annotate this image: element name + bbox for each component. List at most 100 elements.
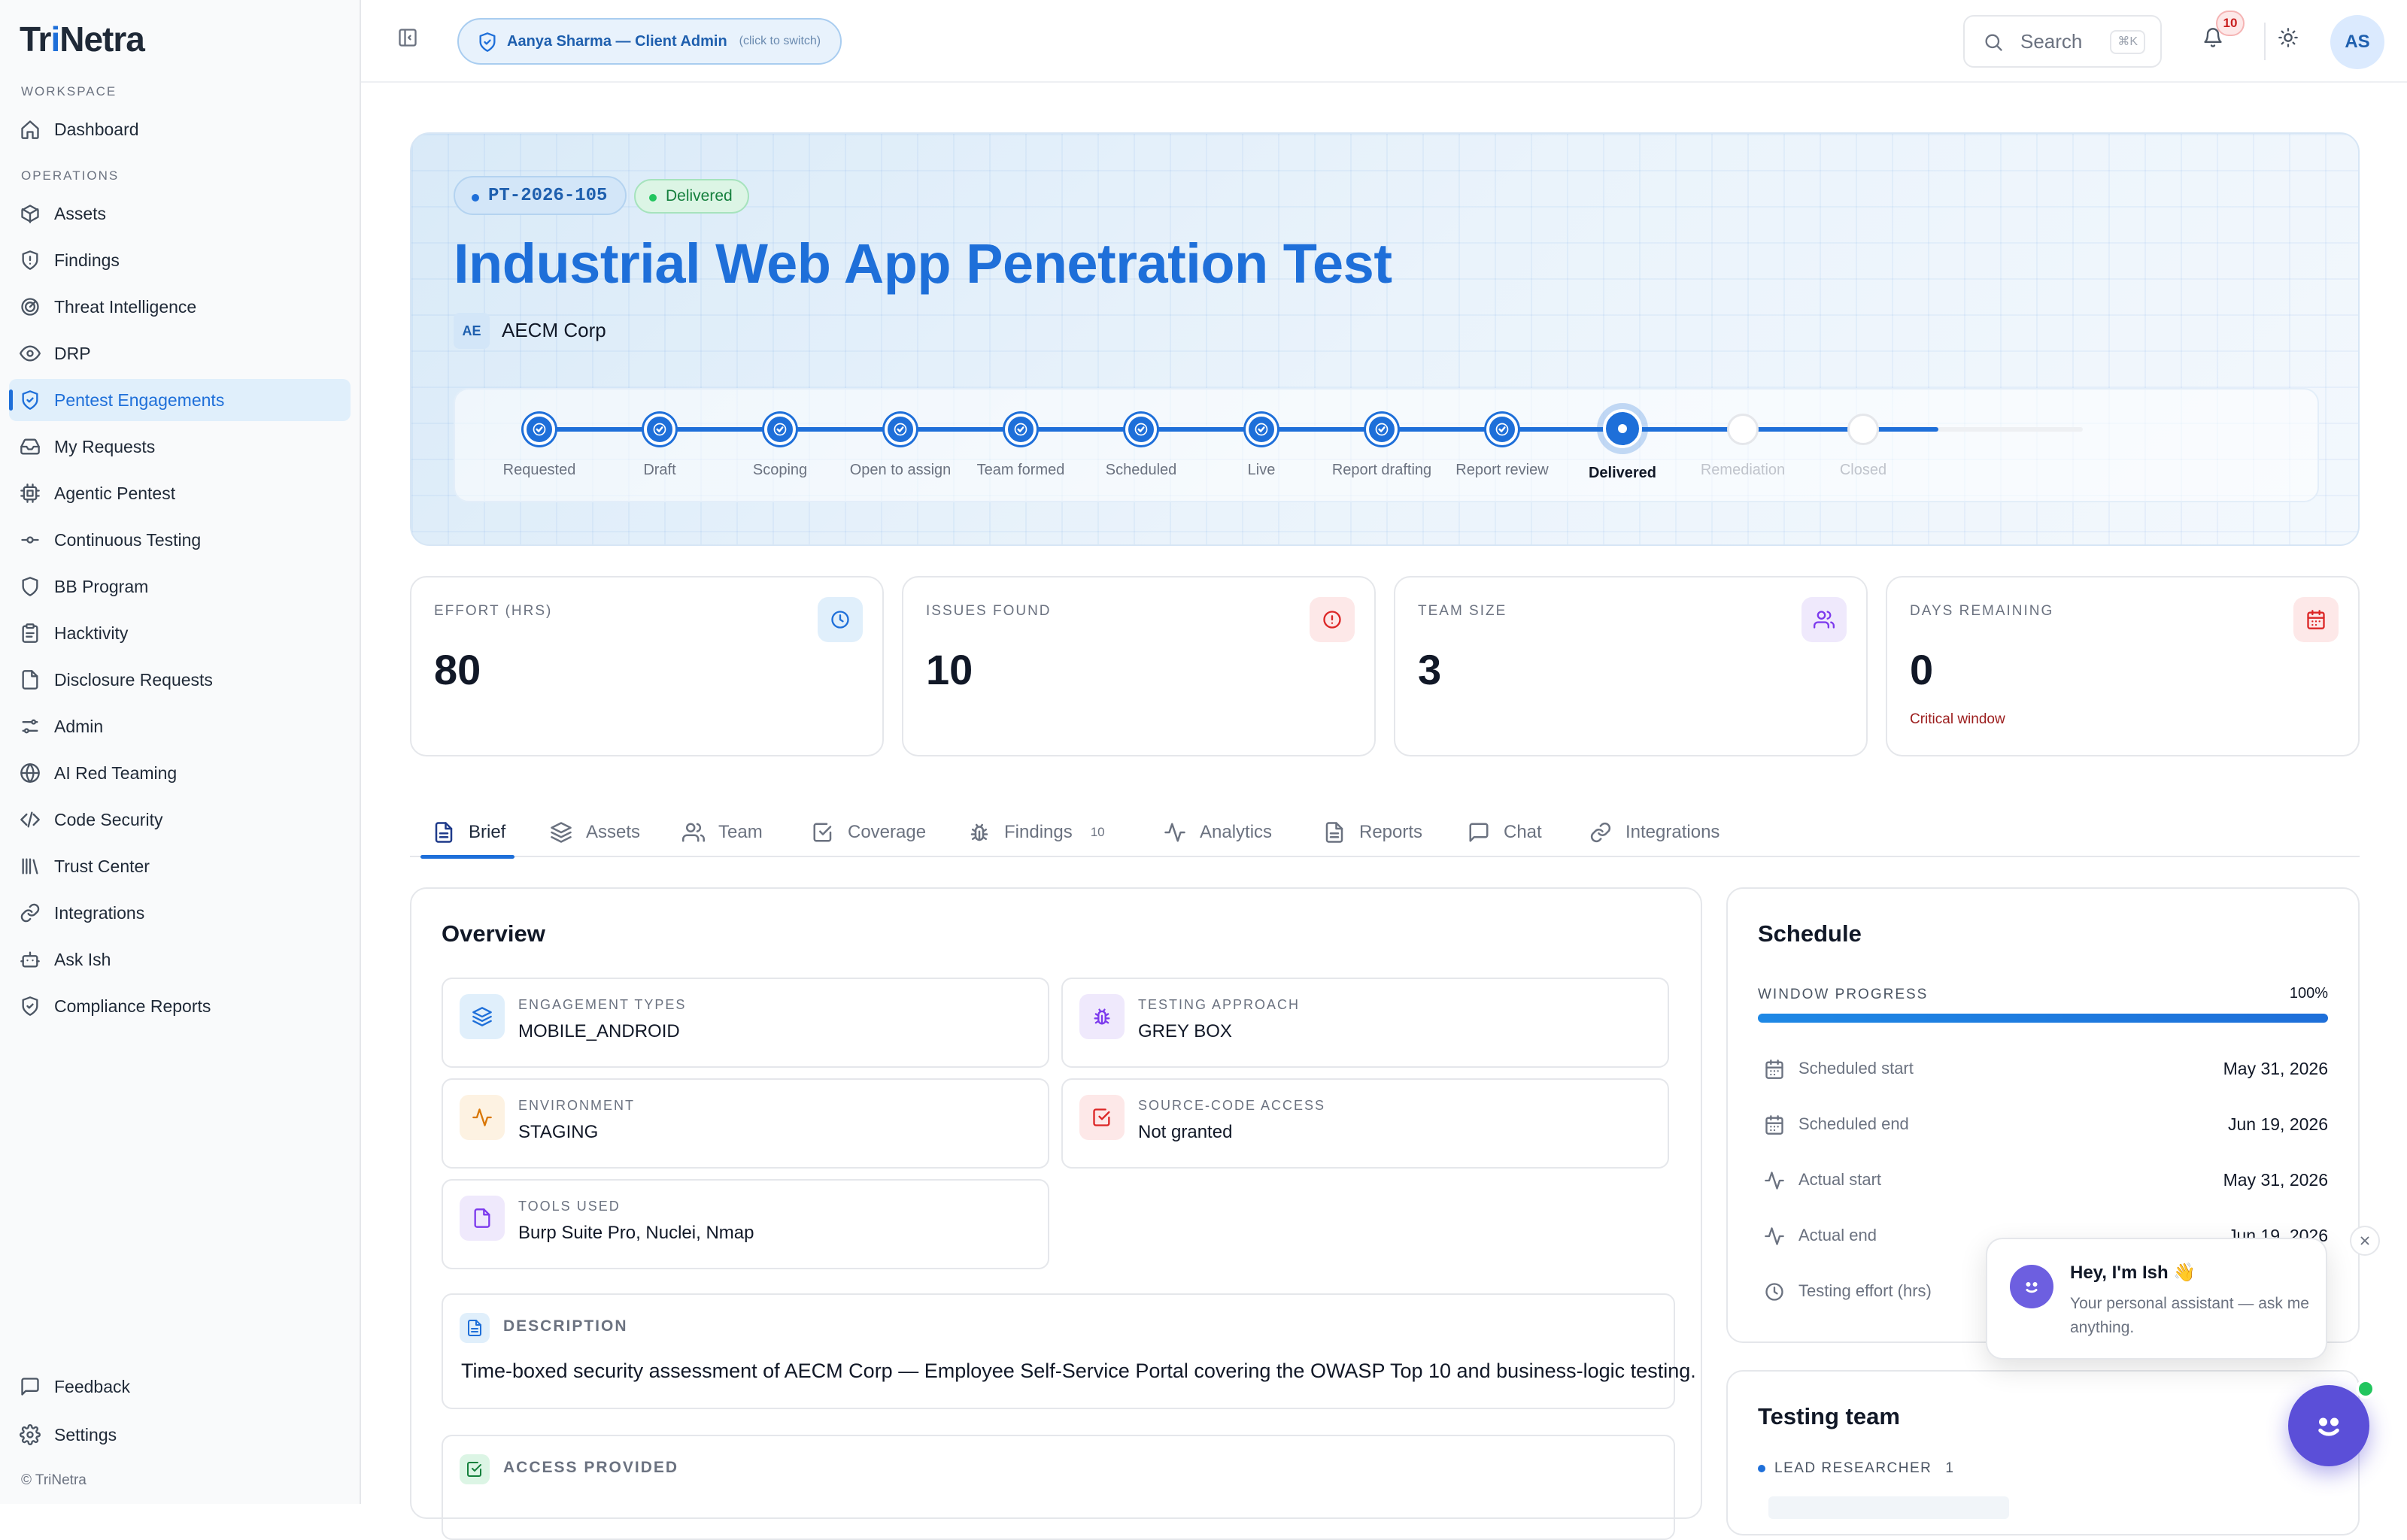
sidebar-item-label: Hacktivity: [54, 623, 129, 643]
sidebar-item-compliance-reports[interactable]: Compliance Reports: [9, 985, 351, 1027]
step-pending-dot: [1847, 414, 1879, 445]
stat-value: 0: [1910, 646, 1934, 693]
sidebar-item-label: Agentic Pentest: [54, 483, 176, 503]
sidebar-item-label: My Requests: [54, 436, 156, 456]
field-value: STAGING: [518, 1122, 599, 1142]
sidebar-item-label: Dashboard: [54, 119, 139, 139]
sidebar-item-ai-red-teaming[interactable]: AI Red Teaming: [9, 752, 351, 794]
client-avatar: AE: [454, 313, 490, 349]
step-check-icon: [644, 414, 675, 445]
bot-face-icon: [2318, 1417, 2339, 1436]
file-text-icon: [460, 1313, 490, 1343]
user-switch-pill[interactable]: Aanya Sharma — Client Admin (click to sw…: [457, 18, 842, 65]
sidebar-item-findings[interactable]: Findings: [9, 239, 351, 281]
shield-check-icon: [22, 996, 38, 1016]
tab-chat[interactable]: Chat: [1468, 808, 1542, 857]
sidebar-item-pentest-engagements[interactable]: Pentest Engagements: [9, 379, 351, 421]
sidebar-item-label: Continuous Testing: [54, 529, 202, 550]
sliders-icon: [22, 719, 38, 734]
tab-label: Coverage: [848, 822, 927, 842]
sidebar-toggle-icon[interactable]: [397, 27, 418, 48]
sidebar-item-bb-program[interactable]: BB Program: [9, 565, 351, 608]
sidebar-item-integrations[interactable]: Integrations: [9, 892, 351, 934]
notification-badge[interactable]: 10: [2216, 11, 2245, 36]
clock-icon: [1765, 1283, 1783, 1301]
bug-icon: [970, 823, 988, 841]
layers-icon: [551, 822, 572, 843]
sidebar-item-assets[interactable]: Assets: [9, 192, 351, 235]
tab-team[interactable]: Team: [682, 808, 763, 857]
sidebar-item-drp[interactable]: DRP: [9, 332, 351, 374]
clipboard-icon: [22, 623, 38, 643]
stat-card-effort-hrs: EFFORT (HRS) 80: [410, 576, 884, 756]
assistant-bubble[interactable]: Hey, I'm Ish 👋 Your personal assistant —…: [1986, 1238, 2327, 1360]
step-current-dot: [1603, 409, 1642, 448]
tab-integrations[interactable]: Integrations: [1589, 808, 1720, 857]
sun-icon[interactable]: [2278, 27, 2299, 48]
schedule-row-label: Actual end: [1798, 1226, 1877, 1244]
schedule-row-value: May 31, 2026: [2223, 1170, 2328, 1190]
link-icon: [1590, 822, 1611, 843]
field-source-code-access: SOURCE-CODE ACCESS Not granted: [1061, 1078, 1669, 1169]
search-input[interactable]: Search ⌘K: [1963, 15, 2162, 68]
step-label: Scheduled: [1105, 462, 1177, 478]
testing-team-title: Testing team: [1758, 1403, 1900, 1429]
assistant-launcher-button[interactable]: [2288, 1385, 2369, 1466]
tab-label: Team: [718, 822, 763, 842]
stepper-step: Live: [1201, 409, 1322, 479]
sidebar-item-dashboard[interactable]: Dashboard: [9, 108, 351, 150]
stepper-step: Report review: [1442, 409, 1562, 479]
field-environment: ENVIRONMENT STAGING: [442, 1078, 1049, 1169]
tab-reports[interactable]: Reports: [1323, 808, 1422, 857]
logo-text-suffix: Netra: [59, 20, 145, 59]
team-member-row[interactable]: [1768, 1496, 2009, 1519]
sidebar-item-feedback[interactable]: Feedback: [9, 1366, 351, 1408]
check-square-icon: [1093, 1108, 1110, 1126]
tab-analytics[interactable]: Analytics: [1164, 808, 1272, 857]
avatar[interactable]: AS: [2330, 15, 2384, 69]
sidebar-item-settings[interactable]: Settings: [9, 1414, 351, 1456]
schedule-row-label: Scheduled end: [1798, 1114, 1909, 1133]
sidebar-item-threat-intelligence[interactable]: Threat Intelligence: [9, 286, 351, 328]
sidebar-item-trust-center[interactable]: Trust Center: [9, 845, 351, 887]
tab-assets[interactable]: Assets: [550, 808, 640, 857]
engagement-header: PT-2026-105 Delivered Industrial Web App…: [410, 132, 2360, 546]
sidebar-item-ask-ish[interactable]: Ask Ish: [9, 938, 351, 981]
tab-coverage[interactable]: Coverage: [812, 808, 926, 857]
sidebar-item-label: Compliance Reports: [54, 996, 211, 1016]
field-value: Burp Suite Pro, Nuclei, Nmap: [518, 1223, 754, 1243]
close-icon[interactable]: [2350, 1226, 2380, 1256]
sidebar-item-disclosure-requests[interactable]: Disclosure Requests: [9, 659, 351, 701]
sidebar-item-hacktivity[interactable]: Hacktivity: [9, 612, 351, 654]
lead-count: 1: [1945, 1460, 1955, 1476]
logo[interactable]: Tr i Netra: [20, 18, 145, 60]
stat-icon-badge: [1801, 597, 1847, 642]
status-badge: Delivered: [634, 179, 749, 214]
tab-findings[interactable]: Findings 10: [968, 808, 1105, 857]
box-icon: [21, 205, 39, 223]
tab-count-badge: 10: [1090, 825, 1105, 839]
file-text-icon: [1325, 822, 1343, 843]
stepper-step: Closed: [1803, 409, 1923, 479]
bot-icon: [20, 951, 40, 968]
access-label: ACCESS PROVIDED: [503, 1459, 679, 1476]
tab-brief[interactable]: Brief: [420, 808, 515, 859]
step-label: Remediation: [1700, 462, 1786, 478]
users-icon: [682, 823, 705, 842]
home-icon: [21, 120, 39, 139]
stepper-step: Team formed: [961, 409, 1081, 479]
step-pending-dot: [1727, 414, 1759, 445]
description-label: DESCRIPTION: [503, 1317, 628, 1335]
sidebar-item-agentic-pentest[interactable]: Agentic Pentest: [9, 472, 351, 514]
sidebar-item-code-security[interactable]: Code Security: [9, 799, 351, 841]
sidebar-item-admin[interactable]: Admin: [9, 705, 351, 747]
online-indicator: [2356, 1379, 2375, 1399]
field-tools-used: TOOLS USED Burp Suite Pro, Nuclei, Nmap: [442, 1179, 1049, 1269]
overview-title: Overview: [442, 920, 545, 947]
field-icon-badge: [460, 994, 505, 1039]
sidebar-item-my-requests[interactable]: My Requests: [9, 426, 351, 468]
step-label: Scoping: [752, 462, 808, 478]
engagement-id-chip: PT-2026-105: [454, 176, 627, 215]
sidebar-item-continuous-testing[interactable]: Continuous Testing: [9, 519, 351, 561]
stat-value: 80: [434, 646, 481, 693]
